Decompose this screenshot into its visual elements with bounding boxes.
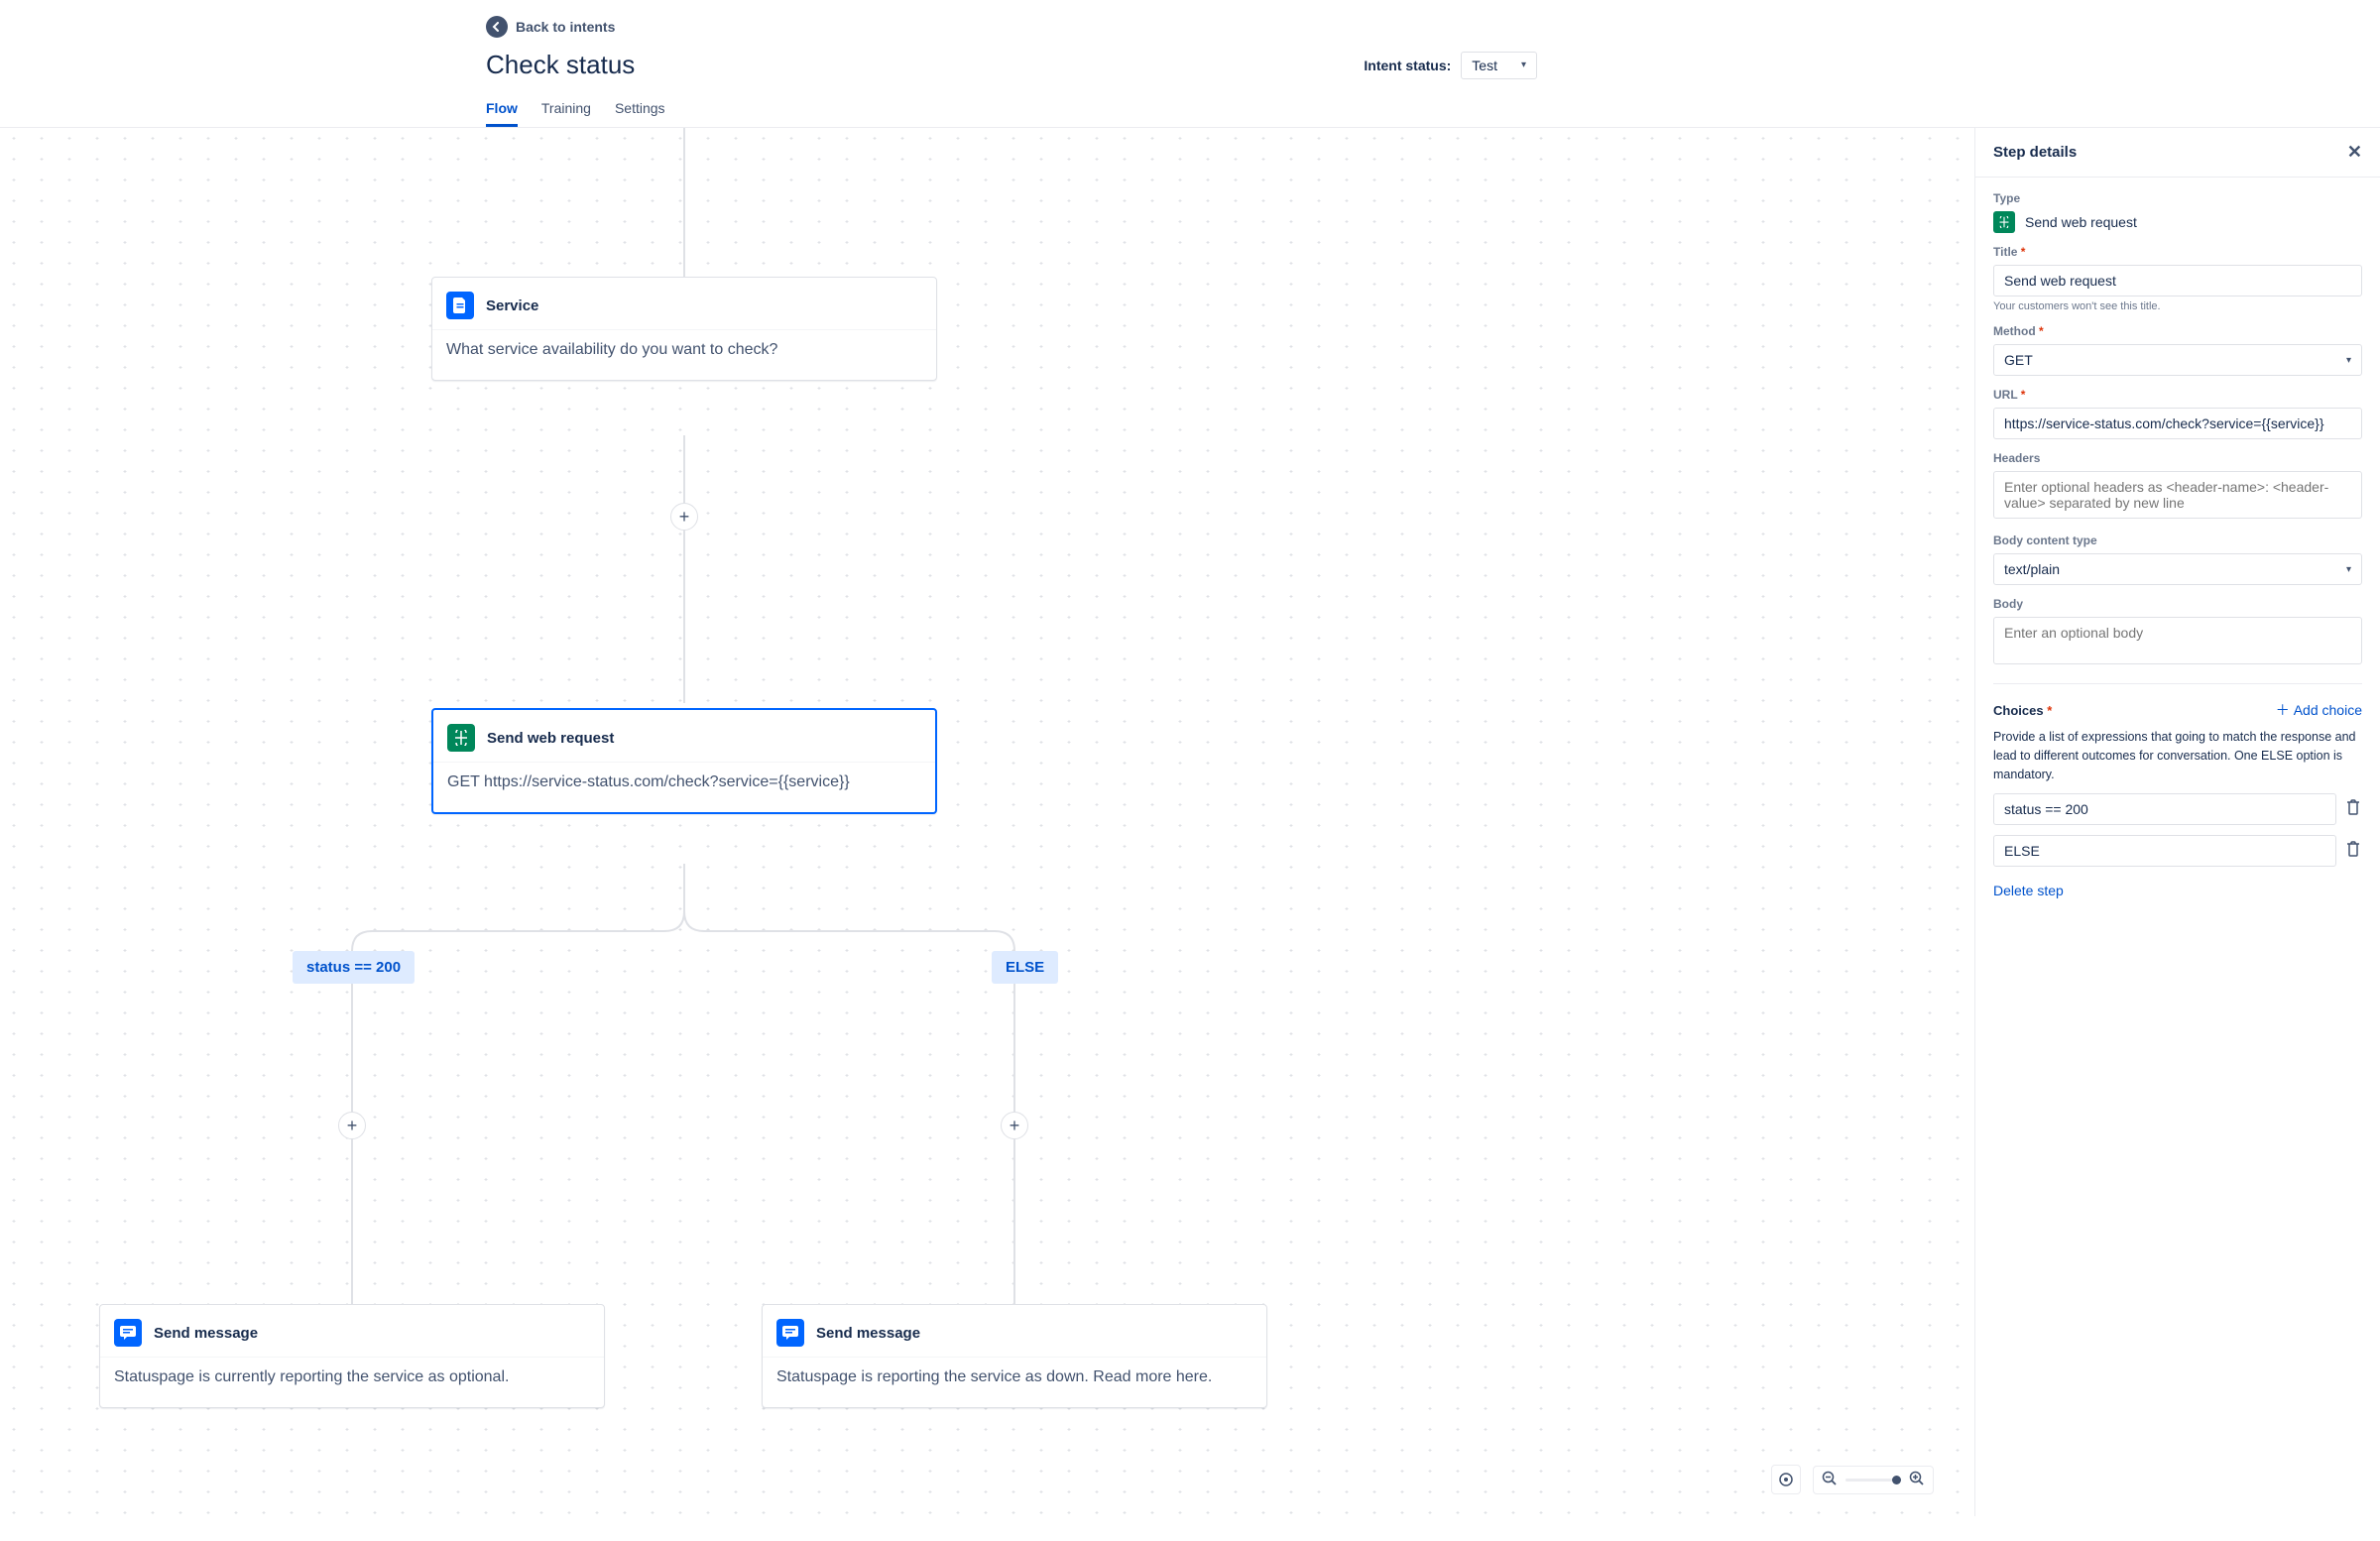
step-details-panel: Step details ✕ Type Send web request Tit… [1974,128,2380,1516]
node-webreq-body: GET https://service-status.com/check?ser… [433,762,935,812]
choice-input-1[interactable] [1993,793,2336,825]
body-type-select[interactable]: text/plain ▾ [1993,553,2362,585]
center-view-button[interactable] [1771,1465,1801,1494]
add-step-right-button[interactable]: + [1001,1112,1028,1139]
node-msg-down-title: Send message [816,1325,920,1342]
web-request-icon [1993,211,2015,233]
url-label: URL * [1993,388,2362,402]
intent-status-label: Intent status: [1364,58,1451,73]
add-step-button[interactable]: + [670,503,698,531]
tabs: Flow Training Settings [0,100,2380,128]
tab-training[interactable]: Training [541,100,591,127]
chevron-down-icon: ▾ [1521,59,1526,70]
tab-settings[interactable]: Settings [615,100,665,127]
node-service-title: Service [486,297,538,314]
web-request-icon [447,724,475,752]
intent-status-select[interactable]: Test ▾ [1461,52,1537,79]
method-label: Method * [1993,324,2362,338]
method-value: GET [2004,352,2033,368]
zoom-in-button[interactable] [1909,1471,1925,1489]
node-service[interactable]: Service What service availability do you… [431,277,937,381]
zoom-slider[interactable] [1845,1479,1901,1482]
body-label: Body [1993,597,2362,611]
node-webreq-title: Send web request [487,730,614,747]
page-title: Check status [486,50,635,80]
add-choice-button[interactable]: ＋Add choice [2276,700,2362,720]
document-icon [446,292,474,319]
delete-step-button[interactable]: Delete step [1993,883,2064,898]
title-field-label: Title * [1993,245,2362,259]
tab-flow[interactable]: Flow [486,100,518,127]
plus-icon: ＋ [2276,700,2290,720]
choice-input-2[interactable] [1993,835,2336,867]
choices-label: Choices * [1993,703,2052,718]
node-send-message-down[interactable]: Send message Statuspage is reporting the… [762,1304,1267,1408]
headers-input[interactable] [1993,471,2362,519]
message-icon [114,1319,142,1347]
type-value: Send web request [2025,214,2137,230]
intent-status-value: Test [1472,58,1497,73]
back-label: Back to intents [516,19,615,35]
close-panel-button[interactable]: ✕ [2347,142,2362,163]
canvas-toolbar [1771,1465,1934,1494]
chevron-down-icon: ▾ [2346,355,2351,366]
delete-choice-1-button[interactable] [2344,799,2362,820]
node-msg-down-body: Statuspage is reporting the service as d… [763,1357,1266,1407]
chevron-down-icon: ▾ [2346,564,2351,575]
type-label: Type [1993,191,2362,205]
zoom-control [1813,1466,1934,1494]
panel-title: Step details [1993,144,2077,161]
node-msg-up-body: Statuspage is currently reporting the se… [100,1357,604,1407]
body-type-value: text/plain [2004,561,2060,577]
node-msg-up-title: Send message [154,1325,258,1342]
divider [1993,683,2362,684]
headers-label: Headers [1993,451,2362,465]
url-input[interactable] [1993,408,2362,439]
back-to-intents-link[interactable]: Back to intents [486,16,615,38]
branch-label-else[interactable]: ELSE [992,951,1058,984]
branch-label-status-200[interactable]: status == 200 [293,951,415,984]
zoom-out-button[interactable] [1822,1471,1838,1489]
body-type-label: Body content type [1993,533,2362,547]
choices-description: Provide a list of expressions that going… [1993,728,2362,783]
message-icon [776,1319,804,1347]
flow-canvas[interactable]: Service What service availability do you… [0,128,2380,1516]
method-select[interactable]: GET ▾ [1993,344,2362,376]
back-arrow-icon [486,16,508,38]
body-input[interactable] [1993,617,2362,664]
add-step-left-button[interactable]: + [338,1112,366,1139]
node-service-body: What service availability do you want to… [432,329,936,380]
title-input[interactable] [1993,265,2362,296]
node-web-request[interactable]: Send web request GET https://service-sta… [431,708,937,814]
node-send-message-up[interactable]: Send message Statuspage is currently rep… [99,1304,605,1408]
delete-choice-2-button[interactable] [2344,841,2362,862]
title-help-text: Your customers won't see this title. [1993,300,2362,312]
